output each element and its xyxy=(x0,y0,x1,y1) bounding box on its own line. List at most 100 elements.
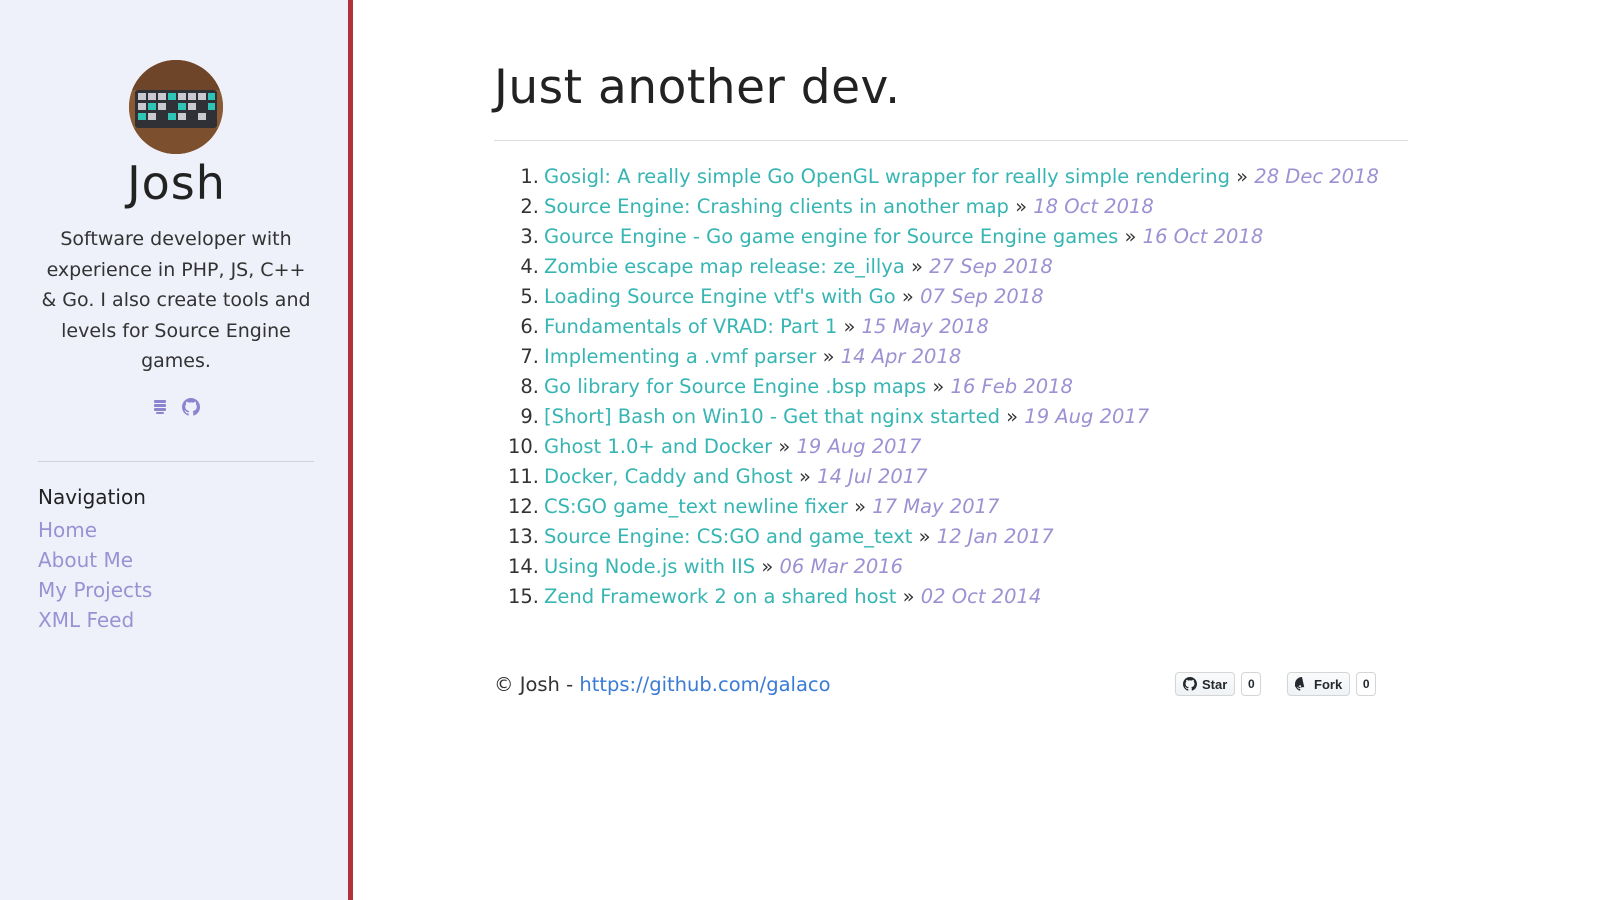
post-number: 1. xyxy=(520,165,539,188)
nav-item-home[interactable]: Home xyxy=(38,518,97,542)
fork-button[interactable]: Fork xyxy=(1287,672,1351,696)
post-number: 6. xyxy=(520,315,539,338)
post-separator: » xyxy=(918,525,931,548)
sidebar-divider xyxy=(38,461,314,462)
footer: © Josh - https://github.com/galaco xyxy=(494,673,831,696)
post-date: 28 Dec 2018 xyxy=(1254,165,1379,188)
post-separator: » xyxy=(902,585,915,608)
post-link[interactable]: Zend Framework 2 on a shared host xyxy=(544,585,896,608)
post-date: 27 Sep 2018 xyxy=(929,255,1053,278)
post-separator: » xyxy=(761,555,774,578)
post-separator: » xyxy=(1006,405,1019,428)
post-number: 10. xyxy=(507,435,539,458)
post-separator: » xyxy=(1124,225,1137,248)
post-item: 10. Ghost 1.0+ and Docker » 19 Aug 2017 xyxy=(494,432,1408,462)
footer-copyright: © Josh - xyxy=(494,673,580,696)
post-link[interactable]: Zombie escape map release: ze_illya xyxy=(544,255,905,278)
post-date: 07 Sep 2018 xyxy=(920,285,1044,308)
social-links xyxy=(0,398,353,420)
nav-title: Navigation xyxy=(38,485,146,509)
post-link[interactable]: Ghost 1.0+ and Docker xyxy=(544,435,772,458)
post-separator: » xyxy=(822,345,835,368)
nav-list: Home About Me My Projects XML Feed xyxy=(38,515,152,635)
post-item: 15. Zend Framework 2 on a shared host » 0… xyxy=(494,582,1408,612)
post-number: 2. xyxy=(520,195,539,218)
post-item: 9. [Short] Bash on Win10 - Get that nginx… xyxy=(494,402,1408,432)
post-date: 15 May 2018 xyxy=(861,315,989,338)
nav-item-my-projects[interactable]: My Projects xyxy=(38,578,152,602)
post-date: 16 Oct 2018 xyxy=(1142,225,1264,248)
post-separator: » xyxy=(799,465,811,488)
github-icon xyxy=(1183,677,1197,691)
post-number: 7. xyxy=(520,345,539,368)
post-separator: » xyxy=(1015,195,1028,218)
post-date: 06 Mar 2016 xyxy=(779,555,904,578)
post-list: 1. Gosigl: A really simple Go OpenGL wrap… xyxy=(494,162,1408,612)
post-item: 3. Gource Engine - Go game engine for Sou… xyxy=(494,222,1408,252)
stack-icon[interactable] xyxy=(153,399,167,419)
post-item: 11. Docker, Caddy and Ghost » 14 Jul 2017 xyxy=(494,462,1408,492)
post-number: 4. xyxy=(520,255,539,278)
post-item: 8. Go library for Source Engine .bsp maps… xyxy=(494,372,1408,402)
post-date: 14 Jul 2017 xyxy=(817,465,928,488)
post-number: 5. xyxy=(520,285,539,308)
author-name: Josh xyxy=(127,156,226,210)
github-icon[interactable] xyxy=(182,398,201,420)
page-title: Just another dev. xyxy=(494,60,901,115)
post-number: 12. xyxy=(507,495,539,518)
post-separator: » xyxy=(1236,165,1249,188)
fork-count[interactable]: 0 xyxy=(1356,672,1377,696)
post-link[interactable]: Using Node.js with IIS xyxy=(544,555,755,578)
author-bio: Software developer with experience in PH… xyxy=(41,228,311,372)
post-number: 15. xyxy=(507,585,539,608)
post-number: 8. xyxy=(520,375,539,398)
post-link[interactable]: Fundamentals of VRAD: Part 1 xyxy=(544,315,837,338)
post-item: 2. Source Engine: Crashing clients in ano… xyxy=(494,192,1408,222)
post-date: 19 Aug 2017 xyxy=(796,435,922,458)
post-date: 16 Feb 2018 xyxy=(950,375,1073,398)
post-link[interactable]: Gosigl: A really simple Go OpenGL wrappe… xyxy=(544,165,1230,188)
post-date: 02 Oct 2014 xyxy=(920,585,1042,608)
nav-item-xml-feed[interactable]: XML Feed xyxy=(38,608,134,632)
post-date: 18 Oct 2018 xyxy=(1033,195,1154,218)
github-star-widget: Star 0 xyxy=(1175,671,1262,697)
post-date: 14 Apr 2018 xyxy=(840,345,962,368)
post-link[interactable]: Docker, Caddy and Ghost xyxy=(544,465,793,488)
post-link[interactable]: CS:GO game_text newline fixer xyxy=(544,495,848,518)
nav-item-about-me[interactable]: About Me xyxy=(38,548,133,572)
post-link[interactable]: Go library for Source Engine .bsp maps xyxy=(544,375,926,398)
post-separator: » xyxy=(932,375,945,398)
post-number: 14. xyxy=(507,555,539,578)
footer-github-link[interactable]: https://github.com/galaco xyxy=(579,673,830,696)
post-link[interactable]: Implementing a .vmf parser xyxy=(544,345,816,368)
fork-label: Fork xyxy=(1314,676,1343,692)
github-icon xyxy=(1295,677,1305,691)
post-link[interactable]: Loading Source Engine vtf's with Go xyxy=(544,285,896,308)
post-separator: » xyxy=(854,495,867,518)
post-item: 7. Implementing a .vmf parser » 14 Apr 20… xyxy=(494,342,1408,372)
post-number: 13. xyxy=(507,525,539,548)
post-date: 17 May 2017 xyxy=(872,495,1000,518)
star-button[interactable]: Star xyxy=(1175,672,1236,696)
post-separator: » xyxy=(778,435,791,458)
star-label: Star xyxy=(1202,676,1228,692)
post-date: 19 Aug 2017 xyxy=(1024,405,1150,428)
github-fork-widget: Fork 0 xyxy=(1287,671,1377,697)
avatar xyxy=(129,60,223,154)
star-count[interactable]: 0 xyxy=(1241,672,1262,696)
post-item: 14. Using Node.js with IIS » 06 Mar 2016 xyxy=(494,552,1408,582)
post-item: 1. Gosigl: A really simple Go OpenGL wrap… xyxy=(494,162,1408,192)
post-link[interactable]: [Short] Bash on Win10 - Get that nginx s… xyxy=(544,405,1000,428)
post-item: 13. Source Engine: CS:GO and game_text » … xyxy=(494,522,1408,552)
post-separator: » xyxy=(911,255,923,278)
post-date: 12 Jan 2017 xyxy=(936,525,1054,548)
post-item: 12. CS:GO game_text newline fixer » 17 Ma… xyxy=(494,492,1408,522)
post-link[interactable]: Source Engine: Crashing clients in anoth… xyxy=(544,195,1009,218)
post-item: 4. Zombie escape map release: ze_illya » … xyxy=(494,252,1408,282)
post-link[interactable]: Gource Engine - Go game engine for Sourc… xyxy=(544,225,1118,248)
post-link[interactable]: Source Engine: CS:GO and game_text xyxy=(544,525,912,548)
post-number: 3. xyxy=(520,225,539,248)
sidebar: Josh Software developer with experience … xyxy=(0,0,353,900)
title-divider xyxy=(494,140,1408,141)
post-number: 9. xyxy=(520,405,539,428)
